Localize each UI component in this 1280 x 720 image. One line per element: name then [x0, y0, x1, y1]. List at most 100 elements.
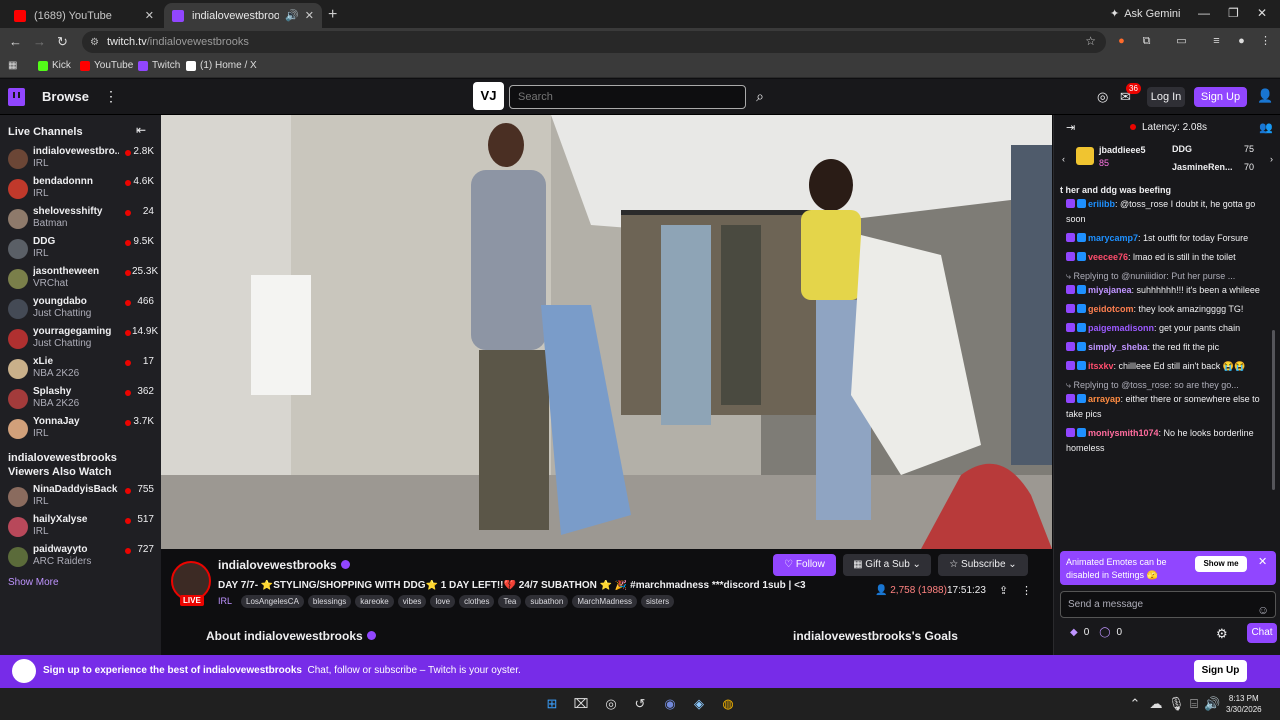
- minimize-icon[interactable]: —: [1198, 6, 1210, 20]
- volume-icon[interactable]: 🔊: [1204, 696, 1220, 712]
- signup-button[interactable]: Sign Up: [1194, 87, 1247, 107]
- stream-tag[interactable]: Tea: [498, 595, 522, 608]
- site-info-icon[interactable]: ⚙: [90, 37, 99, 48]
- app-icon[interactable]: ◎: [603, 696, 619, 712]
- cast-icon[interactable]: ▭: [1175, 35, 1188, 48]
- sidebar-channel[interactable]: bendadonnn IRL 4.6K: [0, 174, 161, 204]
- ask-gemini-button[interactable]: ✦ Ask Gemini: [1110, 7, 1180, 21]
- collapse-chat-icon[interactable]: ⇥: [1066, 121, 1075, 134]
- more-menu-icon[interactable]: ⋮: [104, 88, 118, 105]
- app-icon[interactable]: ⌧: [573, 696, 589, 712]
- prime-crown-icon[interactable]: ◎: [1097, 89, 1108, 105]
- show-more-link[interactable]: Show More: [8, 577, 59, 588]
- stream-tag[interactable]: love: [430, 595, 456, 608]
- login-button[interactable]: Log In: [1147, 87, 1185, 107]
- chat-username[interactable]: miyajanea: [1088, 285, 1132, 295]
- chat-input[interactable]: Send a message ☺: [1060, 591, 1276, 618]
- restore-icon[interactable]: ❐: [1228, 6, 1239, 20]
- extension-logo-icon[interactable]: VJ: [473, 82, 504, 110]
- streamer-name[interactable]: indialovewestbrooks: [218, 558, 350, 572]
- chat-username[interactable]: arrayap: [1088, 394, 1121, 404]
- profile-avatar-icon[interactable]: ●: [1235, 35, 1248, 48]
- category-link[interactable]: IRL: [218, 596, 232, 606]
- tray-app-icon[interactable]: ☁: [1148, 696, 1164, 712]
- close-tab-icon[interactable]: ✕: [145, 9, 154, 22]
- twitch-logo-icon[interactable]: [8, 88, 25, 106]
- leaderboard-prev-icon[interactable]: ‹: [1062, 154, 1065, 164]
- new-tab-button[interactable]: +: [328, 6, 337, 24]
- chat-scrollbar[interactable]: [1272, 330, 1275, 490]
- user-menu-icon[interactable]: 👤: [1257, 88, 1273, 104]
- sidebar-channel[interactable]: NinaDaddyisBack IRL 755: [0, 482, 161, 512]
- chat-username[interactable]: itsxkv: [1088, 361, 1114, 371]
- chat-username[interactable]: simply_sheba: [1088, 342, 1148, 352]
- reload-icon[interactable]: ↻: [57, 34, 68, 50]
- chrome-icon[interactable]: ◍: [720, 696, 736, 712]
- clock[interactable]: 8:13 PM 3/30/2026: [1226, 693, 1262, 715]
- more-options-icon[interactable]: ⋮: [1021, 584, 1032, 597]
- stream-tag[interactable]: clothes: [459, 595, 495, 608]
- emote-picker-icon[interactable]: ☺: [1257, 598, 1269, 623]
- tray-chevron-icon[interactable]: ⌃: [1127, 696, 1143, 712]
- stream-tag[interactable]: MarchMadness: [572, 595, 637, 608]
- subscribe-button[interactable]: ☆ Subscribe ⌄: [938, 554, 1028, 576]
- stream-tag[interactable]: LosAngelesCA: [241, 595, 304, 608]
- sidebar-channel[interactable]: jasontheween VRChat 25.3K: [0, 264, 161, 294]
- extension-icon[interactable]: ●: [1115, 35, 1128, 48]
- chat-username[interactable]: marycamp7: [1088, 233, 1138, 243]
- url-field[interactable]: ⚙ twitch.tv /indialovewestbrooks ☆: [82, 31, 1106, 53]
- channel-points[interactable]: ◆ 0 ◯ 0: [1070, 627, 1122, 638]
- windows-start-icon[interactable]: ⊞: [544, 696, 560, 712]
- chat-username[interactable]: eriiibb: [1088, 199, 1115, 209]
- collapse-sidebar-icon[interactable]: ⇤: [136, 123, 146, 137]
- browser-menu-icon[interactable]: ⋮: [1259, 35, 1272, 48]
- banner-signup-button[interactable]: Sign Up: [1194, 660, 1247, 682]
- bookmark-kick[interactable]: Kick: [38, 60, 71, 71]
- sidebar-channel[interactable]: hailyXalyse IRL 517: [0, 512, 161, 542]
- close-tab-icon[interactable]: ✕: [305, 9, 314, 22]
- reading-list-icon[interactable]: ≡: [1210, 35, 1223, 48]
- chat-send-button[interactable]: Chat: [1247, 623, 1277, 643]
- stream-tag[interactable]: sisters: [641, 595, 675, 608]
- back-icon[interactable]: ←: [9, 34, 22, 49]
- apps-grid-icon[interactable]: ▦: [8, 60, 17, 71]
- sidebar-channel[interactable]: youngdabo Just Chatting 466: [0, 294, 161, 324]
- sidebar-channel[interactable]: Splashy NBA 2K26 362: [0, 384, 161, 414]
- sidebar-channel[interactable]: yourragegaming Just Chatting 14.9K: [0, 324, 161, 354]
- share-icon[interactable]: ⇪: [999, 584, 1008, 597]
- network-icon[interactable]: ⌸: [1186, 696, 1202, 712]
- video-player[interactable]: [161, 115, 1052, 549]
- chat-username[interactable]: moniysmith1074: [1088, 428, 1159, 438]
- chat-username[interactable]: paigemadisonn: [1088, 323, 1154, 333]
- gift-sub-button[interactable]: ▦ Gift a Sub ⌄: [843, 554, 931, 576]
- follow-button[interactable]: ♡ Follow: [773, 554, 836, 576]
- close-icon[interactable]: ✕: [1258, 556, 1267, 569]
- stream-tag[interactable]: vibes: [397, 595, 427, 608]
- sidebar-channel[interactable]: xLie NBA 2K26 17: [0, 354, 161, 384]
- stream-tag[interactable]: blessings: [307, 595, 352, 608]
- tab-twitch[interactable]: indialovewestbrooks - Twitch 🔊 ✕: [164, 3, 322, 28]
- sidebar-channel[interactable]: indialovewestbro... IRL 2.8K: [0, 144, 161, 174]
- search-icon[interactable]: ⌕: [749, 85, 771, 109]
- app-icon[interactable]: ↺: [632, 696, 648, 712]
- sidebar-channel[interactable]: YonnaJay IRL 3.7K: [0, 414, 161, 444]
- forward-icon[interactable]: →: [33, 34, 46, 49]
- bookmark-star-icon[interactable]: ☆: [1085, 34, 1096, 48]
- steam-icon[interactable]: ◈: [691, 696, 707, 712]
- discord-icon[interactable]: ◉: [662, 696, 678, 712]
- extensions-puzzle-icon[interactable]: ⧉: [1140, 35, 1153, 48]
- chat-username[interactable]: veecee76: [1088, 252, 1128, 262]
- chat-username[interactable]: geidotcom: [1088, 304, 1134, 314]
- speaker-icon[interactable]: 🔊: [285, 9, 299, 22]
- chat-settings-icon[interactable]: ⚙: [1216, 626, 1228, 642]
- stream-tag[interactable]: subathon: [525, 595, 569, 608]
- close-window-icon[interactable]: ✕: [1257, 6, 1267, 20]
- bookmark-x[interactable]: (1) Home / X: [186, 60, 257, 71]
- search-input[interactable]: [509, 85, 746, 109]
- sidebar-channel[interactable]: DDG IRL 9.5K: [0, 234, 161, 264]
- stream-tag[interactable]: kareoke: [355, 595, 394, 608]
- browse-link[interactable]: Browse: [42, 89, 89, 104]
- show-me-button[interactable]: Show me: [1195, 556, 1247, 572]
- tab-youtube[interactable]: (1689) YouTube ✕: [6, 3, 162, 28]
- microphone-icon[interactable]: 🎙: [1168, 696, 1185, 712]
